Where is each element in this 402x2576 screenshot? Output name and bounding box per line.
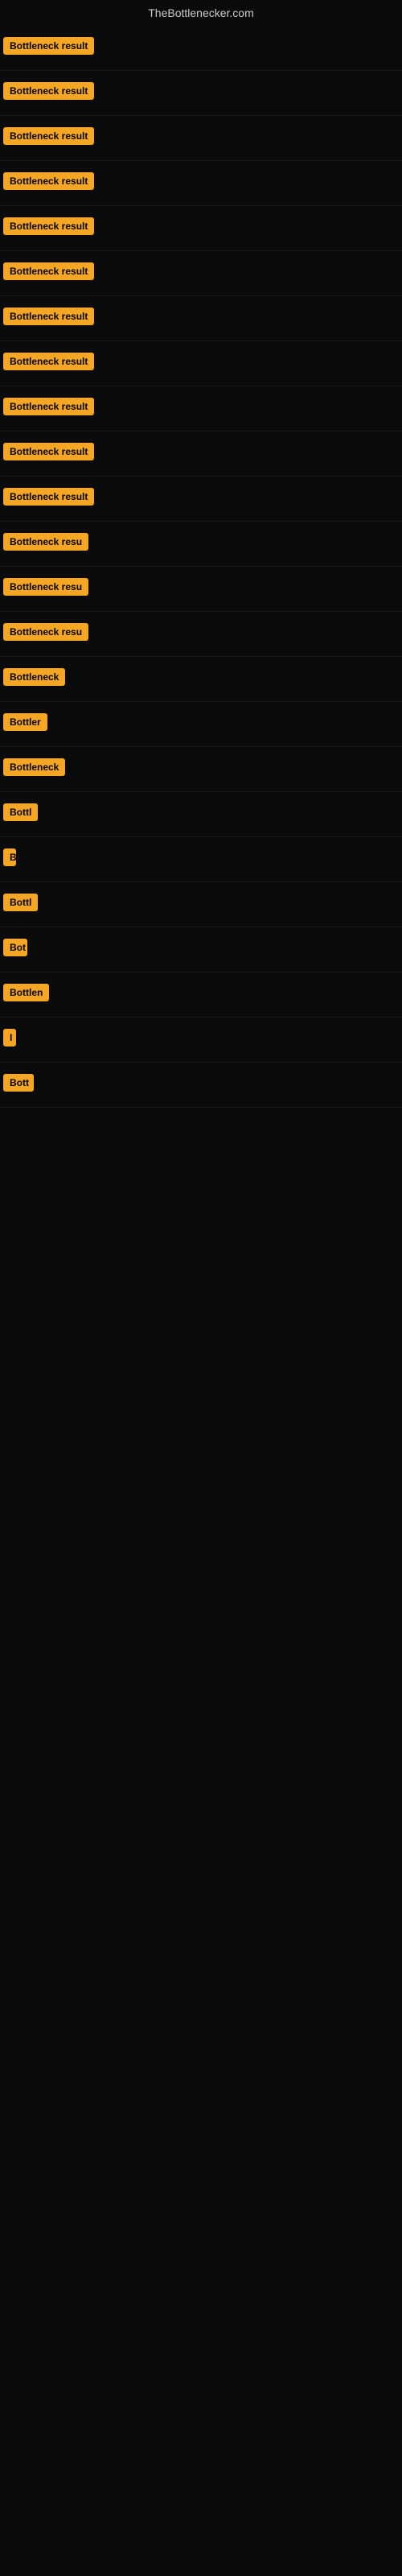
bottleneck-badge[interactable]: Bottl [3, 803, 38, 821]
bottleneck-row: Bottlen [0, 972, 402, 1018]
bottleneck-badge[interactable]: Bottleneck result [3, 37, 94, 55]
bottleneck-row: Bottleneck resu [0, 612, 402, 657]
bottleneck-badge[interactable]: Bottleneck result [3, 398, 94, 415]
bottleneck-badge[interactable]: Bottler [3, 713, 47, 731]
bottleneck-row: Bottleneck result [0, 71, 402, 116]
bottleneck-row: B [0, 837, 402, 882]
bottleneck-badge[interactable]: Bot [3, 939, 27, 956]
bottleneck-row: Bot [0, 927, 402, 972]
bottleneck-row: Bottleneck result [0, 116, 402, 161]
bottleneck-row: Bottleneck result [0, 26, 402, 71]
bottleneck-badge[interactable]: Bottleneck result [3, 262, 94, 280]
bottleneck-badge[interactable]: Bottleneck resu [3, 623, 88, 641]
bottleneck-badge[interactable]: Bottleneck result [3, 488, 94, 506]
bottleneck-row: Bottleneck resu [0, 567, 402, 612]
bottleneck-badge[interactable]: Bottleneck resu [3, 533, 88, 551]
bottleneck-row: Bott [0, 1063, 402, 1108]
bottleneck-row: Bottleneck result [0, 161, 402, 206]
bottleneck-badge[interactable]: B [3, 848, 16, 866]
bottleneck-badge[interactable]: Bottlen [3, 984, 49, 1001]
bottleneck-badge[interactable]: Bottleneck result [3, 353, 94, 370]
bottleneck-row: Bottleneck [0, 657, 402, 702]
bottleneck-row: Bottleneck result [0, 206, 402, 251]
bottleneck-badge[interactable]: I [3, 1029, 16, 1046]
bottleneck-row: I [0, 1018, 402, 1063]
bottleneck-badge[interactable]: Bottleneck [3, 668, 65, 686]
bottleneck-badge[interactable]: Bottleneck result [3, 308, 94, 325]
bottleneck-row: Bottleneck result [0, 431, 402, 477]
bottleneck-row: Bottleneck result [0, 251, 402, 296]
bottleneck-badge[interactable]: Bottleneck result [3, 82, 94, 100]
bottleneck-badge[interactable]: Bottleneck [3, 758, 65, 776]
bottleneck-row: Bottleneck result [0, 386, 402, 431]
bottleneck-badge[interactable]: Bottleneck result [3, 443, 94, 460]
bottleneck-row: Bottl [0, 792, 402, 837]
bottleneck-badge[interactable]: Bott [3, 1074, 34, 1092]
bottleneck-row: Bottleneck result [0, 477, 402, 522]
bottleneck-badge[interactable]: Bottl [3, 894, 38, 911]
bottleneck-badge[interactable]: Bottleneck result [3, 172, 94, 190]
bottleneck-row: Bottleneck [0, 747, 402, 792]
bottleneck-badge[interactable]: Bottleneck resu [3, 578, 88, 596]
bottleneck-badge[interactable]: Bottleneck result [3, 127, 94, 145]
bottleneck-row: Bottleneck result [0, 296, 402, 341]
bottleneck-row: Bottl [0, 882, 402, 927]
bottleneck-badge[interactable]: Bottleneck result [3, 217, 94, 235]
bottleneck-row: Bottleneck resu [0, 522, 402, 567]
bottleneck-row: Bottler [0, 702, 402, 747]
site-title: TheBottlenecker.com [0, 0, 402, 26]
bottleneck-row: Bottleneck result [0, 341, 402, 386]
